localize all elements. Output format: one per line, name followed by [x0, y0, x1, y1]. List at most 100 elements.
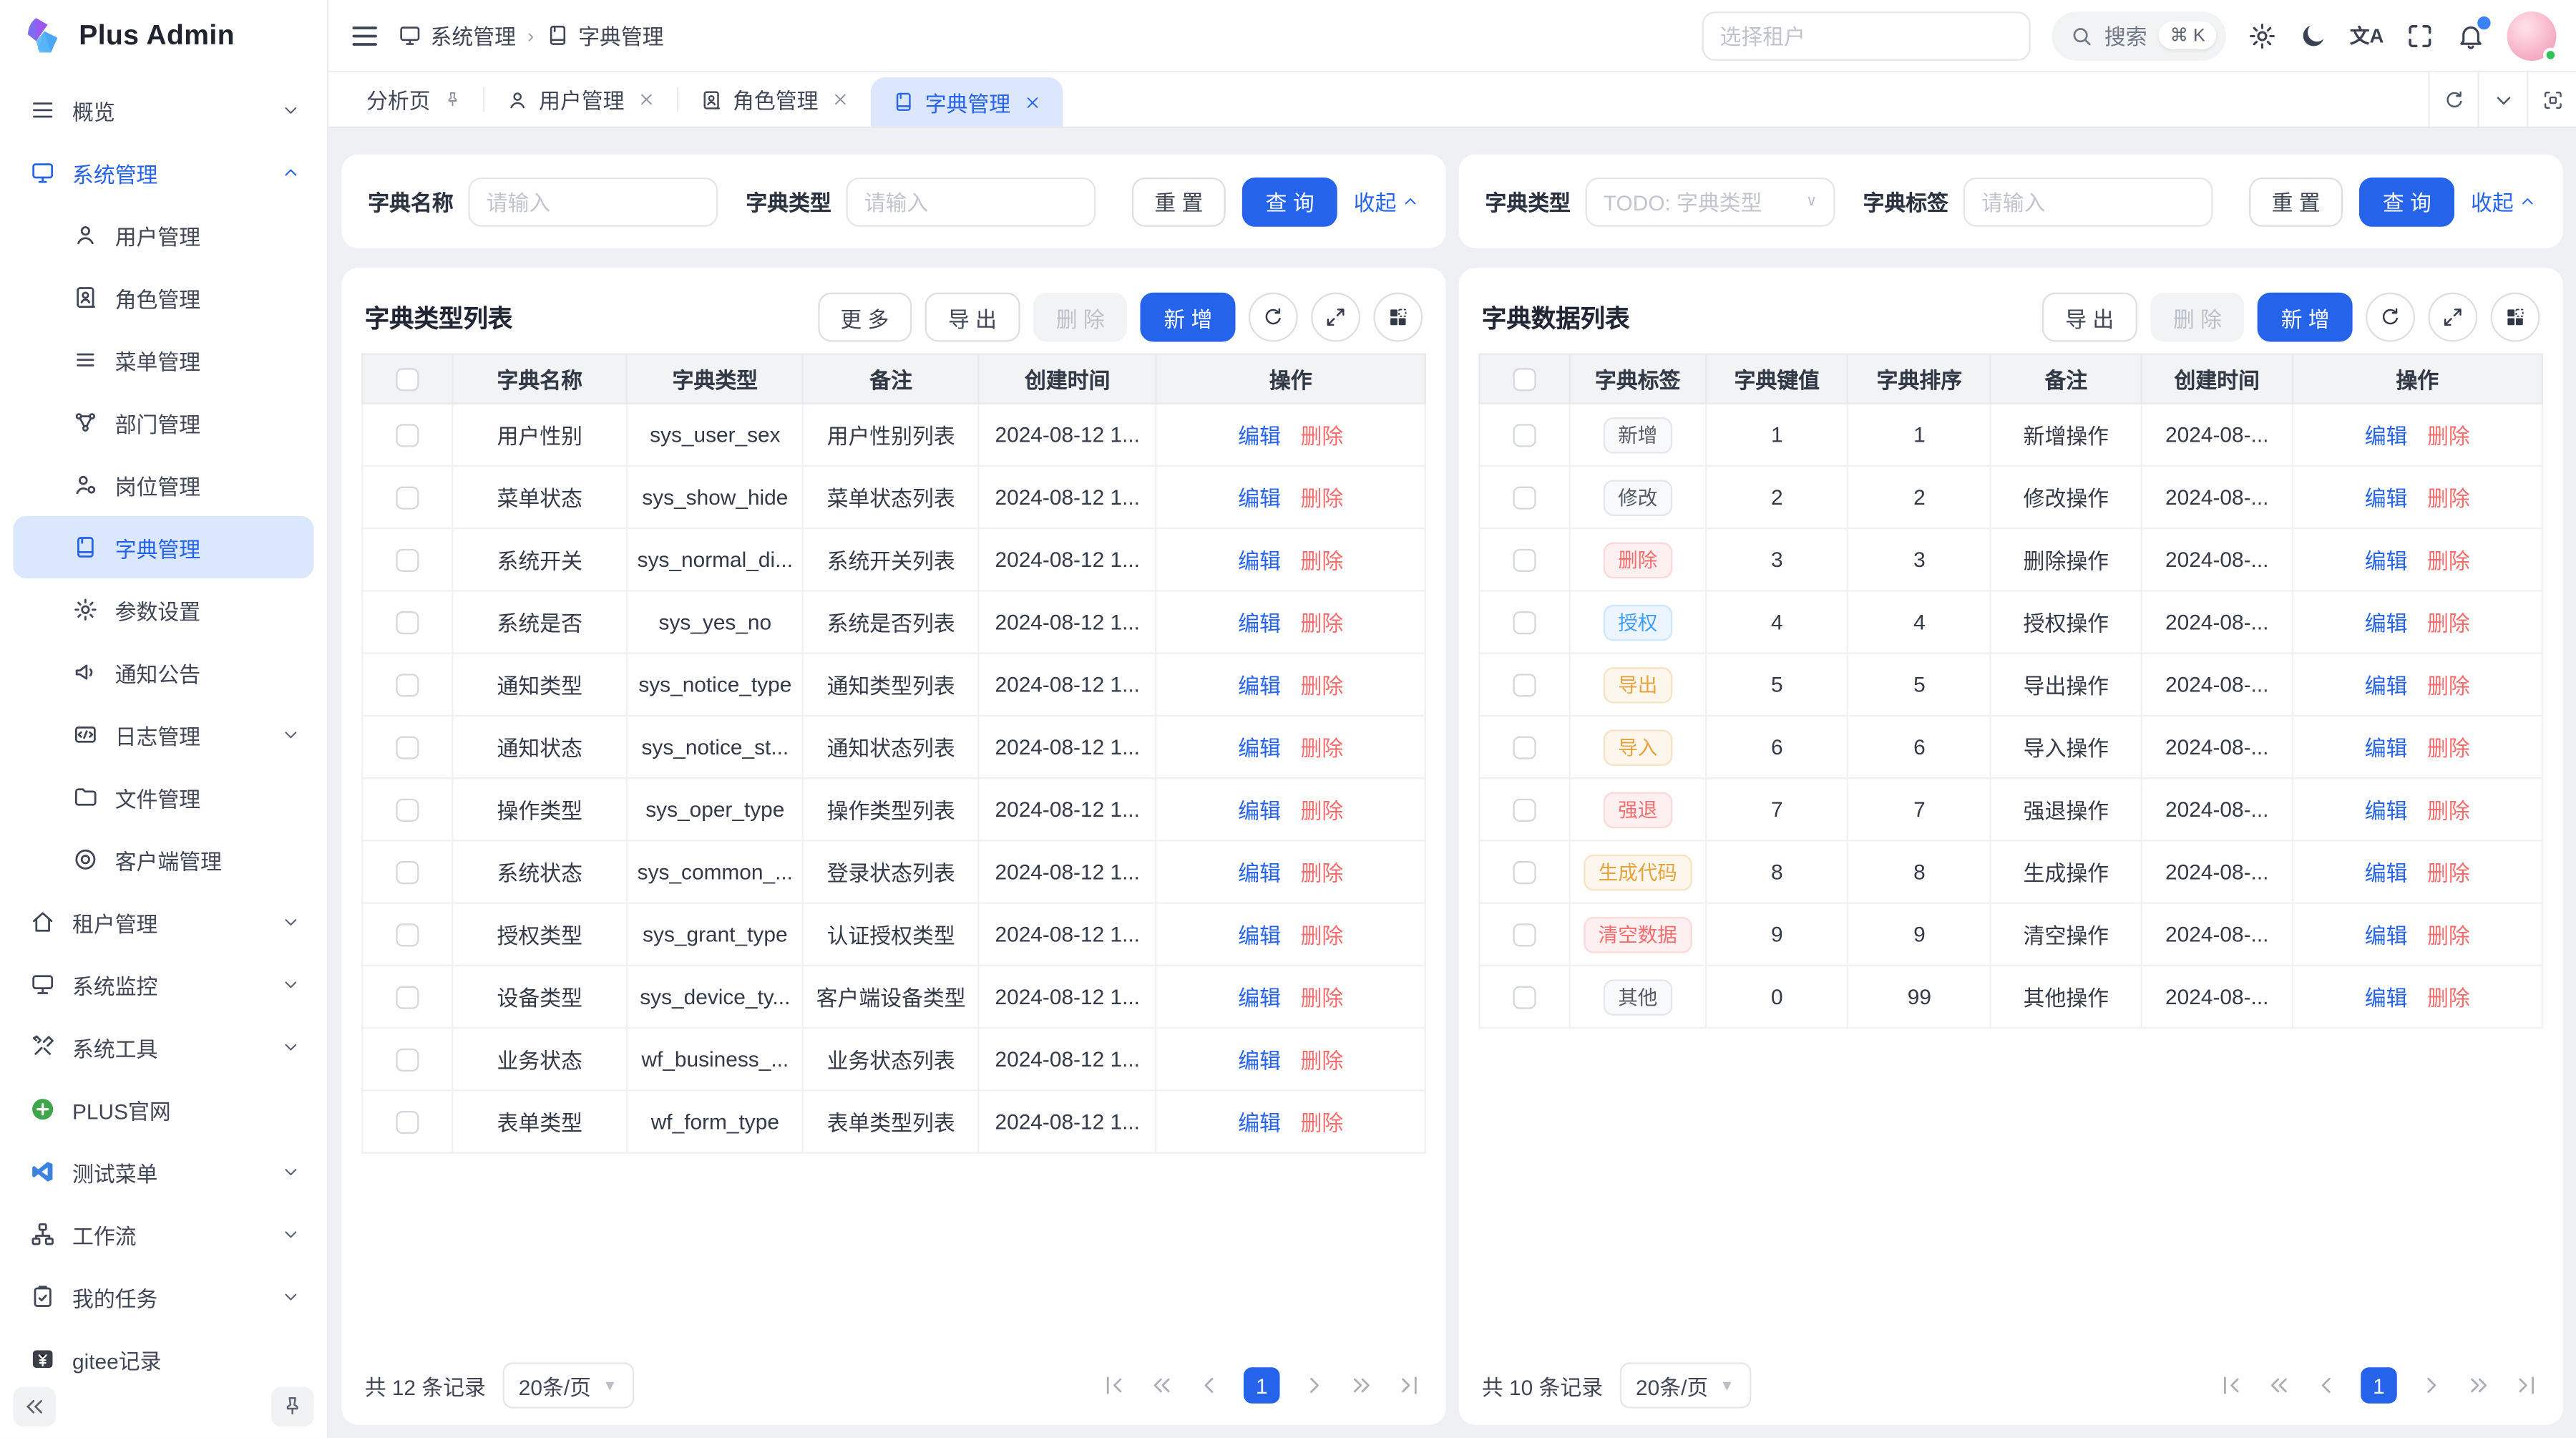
pg-prev-button[interactable]	[1196, 1372, 1222, 1399]
tab-角色管理[interactable]: 角色管理	[678, 72, 871, 127]
sidebar-item-客户端管理[interactable]: 客户端管理	[13, 828, 313, 890]
sidebar-item-测试菜单[interactable]: 测试菜单	[13, 1140, 313, 1203]
row-checkbox[interactable]	[396, 424, 419, 447]
sidebar-item-通知公告[interactable]: 通知公告	[13, 641, 313, 703]
tab-分析页[interactable]: 分析页	[345, 72, 483, 127]
edit-link[interactable]: 编辑	[2365, 981, 2408, 1013]
delete-link[interactable]: 删除	[2427, 918, 2470, 950]
sidebar-pin-button[interactable]	[271, 1387, 314, 1427]
delete-link[interactable]: 删除	[1301, 732, 1344, 763]
select-all-checkbox[interactable]	[396, 369, 419, 392]
sidebar-item-PLUS官网[interactable]: PLUS官网	[13, 1078, 313, 1140]
expand-button[interactable]	[2428, 293, 2477, 342]
columns-button[interactable]	[2491, 293, 2540, 342]
pg-next-button[interactable]	[1301, 1372, 1327, 1399]
refresh-button[interactable]	[1249, 293, 1298, 342]
delete-link[interactable]: 删除	[1301, 669, 1344, 700]
sidebar-item-参数设置[interactable]: 参数设置	[13, 578, 313, 641]
row-checkbox[interactable]	[396, 986, 419, 1009]
row-checkbox[interactable]	[1513, 674, 1536, 697]
row-checkbox[interactable]	[1513, 424, 1536, 447]
sidebar-item-文件管理[interactable]: 文件管理	[13, 766, 313, 828]
page-size-select[interactable]: 20条/页▼	[1619, 1362, 1751, 1408]
tab-字典管理[interactable]: 字典管理	[871, 77, 1063, 127]
row-checkbox[interactable]	[1513, 487, 1536, 510]
query-button[interactable]: 查 询	[1243, 177, 1337, 226]
delete-link[interactable]: 删除	[2427, 606, 2470, 638]
sidebar-item-用户管理[interactable]: 用户管理	[13, 204, 313, 266]
row-checkbox[interactable]	[1513, 737, 1536, 759]
sidebar-item-角色管理[interactable]: 角色管理	[13, 266, 313, 329]
edit-link[interactable]: 编辑	[1238, 606, 1281, 638]
breadcrumb-item-系统管理[interactable]: 系统管理	[398, 20, 516, 52]
query-button[interactable]: 查 询	[2360, 177, 2454, 226]
edit-link[interactable]: 编辑	[1238, 856, 1281, 888]
delete-link[interactable]: 删除	[1301, 981, 1344, 1013]
pg-last-button[interactable]	[1397, 1372, 1423, 1399]
tenant-select-input[interactable]: 选择租户	[1702, 11, 2030, 60]
filter-input-字典类型[interactable]: 请输入	[846, 177, 1096, 226]
toolbar-button-更多[interactable]: 更 多	[817, 293, 912, 342]
sidebar-item-菜单管理[interactable]: 菜单管理	[13, 329, 313, 391]
delete-link[interactable]: 删除	[2427, 794, 2470, 825]
delete-link[interactable]: 删除	[2427, 482, 2470, 513]
user-avatar[interactable]	[2507, 11, 2557, 60]
row-checkbox[interactable]	[396, 862, 419, 885]
pg-first-button[interactable]	[2218, 1372, 2244, 1399]
delete-link[interactable]: 删除	[1301, 544, 1344, 575]
edit-link[interactable]: 编辑	[2365, 856, 2408, 888]
filter-input-字典名称[interactable]: 请输入	[468, 177, 718, 226]
edit-link[interactable]: 编辑	[2365, 419, 2408, 450]
edit-link[interactable]: 编辑	[1238, 669, 1281, 700]
pg-last-button[interactable]	[2514, 1372, 2540, 1399]
sidebar-item-gitee记录[interactable]: gitee记录	[13, 1328, 313, 1376]
edit-link[interactable]: 编辑	[1238, 419, 1281, 450]
pg-prev-button[interactable]	[2313, 1372, 2340, 1399]
current-page-button[interactable]: 1	[2361, 1367, 2397, 1404]
tab-用户管理[interactable]: 用户管理	[484, 72, 677, 127]
delete-link[interactable]: 删除	[2427, 544, 2470, 575]
hamburger-menu-icon[interactable]	[348, 19, 381, 52]
sidebar-item-我的任务[interactable]: 我的任务	[13, 1265, 313, 1328]
row-checkbox[interactable]	[1513, 924, 1536, 947]
row-checkbox[interactable]	[396, 549, 419, 572]
close-icon[interactable]	[1024, 93, 1042, 111]
toolbar-button-新增[interactable]: 新 增	[2258, 293, 2352, 342]
edit-link[interactable]: 编辑	[2365, 918, 2408, 950]
delete-link[interactable]: 删除	[1301, 794, 1344, 825]
reset-button[interactable]: 重 置	[1131, 177, 1226, 226]
toolbar-button-导出[interactable]: 导 出	[2042, 293, 2137, 342]
sidebar-item-系统工具[interactable]: 系统工具	[13, 1016, 313, 1078]
toolbar-button-新增[interactable]: 新 增	[1141, 293, 1235, 342]
edit-link[interactable]: 编辑	[1238, 918, 1281, 950]
delete-link[interactable]: 删除	[1301, 482, 1344, 513]
sidebar-item-系统管理[interactable]: 系统管理	[13, 141, 313, 203]
edit-link[interactable]: 编辑	[2365, 794, 2408, 825]
notifications-bell-icon[interactable]	[2456, 21, 2485, 50]
reset-button[interactable]: 重 置	[2249, 177, 2343, 226]
delete-link[interactable]: 删除	[1301, 918, 1344, 950]
filter-select-字典类型[interactable]: TODO: 字典类型∨	[1586, 177, 1835, 226]
settings-gear-icon[interactable]	[2248, 21, 2278, 50]
delete-link[interactable]: 删除	[2427, 981, 2470, 1013]
sidebar-item-系统监控[interactable]: 系统监控	[13, 953, 313, 1016]
row-checkbox[interactable]	[396, 1049, 419, 1072]
delete-link[interactable]: 删除	[2427, 669, 2470, 700]
row-checkbox[interactable]	[396, 737, 419, 759]
pg-next2-button[interactable]	[1349, 1372, 1375, 1399]
edit-link[interactable]: 编辑	[1238, 1106, 1281, 1137]
edit-link[interactable]: 编辑	[2365, 732, 2408, 763]
expand-button[interactable]	[1311, 293, 1360, 342]
pg-prev2-button[interactable]	[2265, 1372, 2292, 1399]
current-page-button[interactable]: 1	[1244, 1367, 1280, 1404]
sidebar-item-概览[interactable]: 概览	[13, 79, 313, 141]
page-size-select[interactable]: 20条/页▼	[502, 1362, 634, 1408]
sidebar-collapse-button[interactable]	[13, 1387, 56, 1427]
delete-link[interactable]: 删除	[2427, 732, 2470, 763]
edit-link[interactable]: 编辑	[2365, 606, 2408, 638]
row-checkbox[interactable]	[396, 674, 419, 697]
toolbar-button-导出[interactable]: 导 出	[925, 293, 1020, 342]
delete-link[interactable]: 删除	[2427, 419, 2470, 450]
row-checkbox[interactable]	[1513, 986, 1536, 1009]
collapse-filters-link[interactable]: 收起	[1354, 185, 1420, 217]
